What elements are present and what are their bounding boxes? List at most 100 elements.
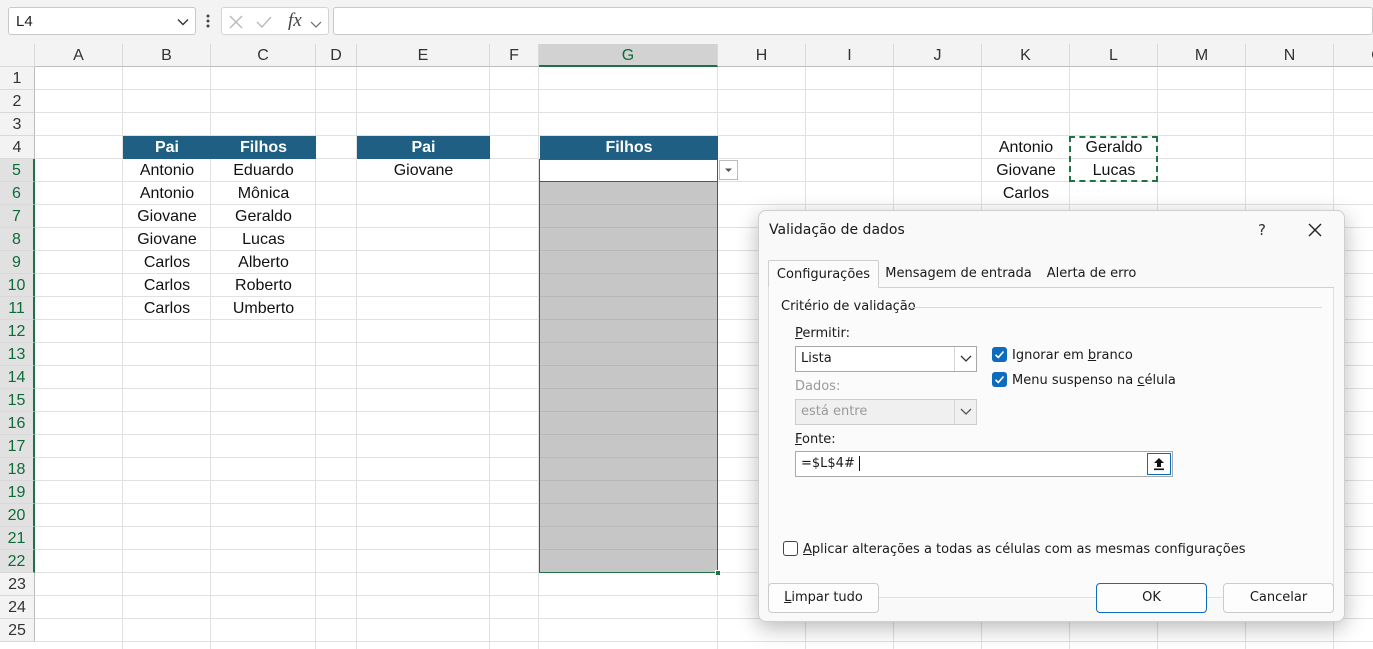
- row-header-16[interactable]: 16: [0, 412, 35, 435]
- formula-input[interactable]: [333, 7, 1373, 35]
- row-header-6[interactable]: 6: [0, 182, 35, 205]
- column-header-n[interactable]: N: [1246, 44, 1334, 67]
- tab-mensagem-de-entrada[interactable]: Mensagem de entrada: [881, 260, 1036, 288]
- column-header-l[interactable]: L: [1070, 44, 1158, 67]
- table1-cell-filho[interactable]: Eduardo: [211, 159, 316, 182]
- table1-header-pai[interactable]: Pai: [123, 136, 211, 159]
- column-header-i[interactable]: I: [806, 44, 894, 67]
- table1-cell-filho[interactable]: Roberto: [211, 274, 316, 297]
- row-header-15[interactable]: 15: [0, 389, 35, 412]
- row-header-14[interactable]: 14: [0, 366, 35, 389]
- tab-configuracoes[interactable]: Configurações: [768, 260, 879, 288]
- dados-select: está entre: [795, 399, 977, 425]
- table1-cell-pai[interactable]: Giovane: [123, 228, 211, 251]
- row-header-13[interactable]: 13: [0, 343, 35, 366]
- column-header-e[interactable]: E: [357, 44, 490, 67]
- in-cell-dropdown-checkbox[interactable]: [992, 372, 1007, 387]
- row-header-5[interactable]: 5: [0, 159, 35, 182]
- column-header-g[interactable]: G: [539, 44, 718, 67]
- more-options-icon[interactable]: [203, 10, 213, 32]
- active-cell-g5[interactable]: [539, 159, 718, 182]
- table1-cell-filho[interactable]: Umberto: [211, 297, 316, 320]
- tab-alerta-de-erro[interactable]: Alerta de erro: [1039, 260, 1144, 288]
- cell-k4[interactable]: Antonio: [982, 136, 1070, 159]
- row-header-23[interactable]: 23: [0, 573, 35, 596]
- table1-cell-pai[interactable]: Antonio: [123, 182, 211, 205]
- column-header-b[interactable]: B: [123, 44, 211, 67]
- range-row-line: [540, 227, 717, 228]
- cell-k6[interactable]: Carlos: [982, 182, 1070, 205]
- column-header-d[interactable]: D: [316, 44, 357, 67]
- row-header-11[interactable]: 11: [0, 297, 35, 320]
- table2-header-pai[interactable]: Pai: [357, 136, 490, 159]
- row-header-20[interactable]: 20: [0, 504, 35, 527]
- column-header-j[interactable]: J: [894, 44, 982, 67]
- row-header-19[interactable]: 19: [0, 481, 35, 504]
- selected-range-g5-g22[interactable]: [539, 159, 718, 573]
- name-box[interactable]: L4: [8, 7, 196, 35]
- apply-all-label[interactable]: Aplicar alterações a todas as células co…: [803, 542, 1246, 557]
- column-header-k[interactable]: K: [982, 44, 1070, 67]
- select-all-corner[interactable]: [0, 44, 35, 67]
- column-header-o[interactable]: O: [1334, 44, 1373, 67]
- data-validation-dialog: Validação de dados ? Configurações Mensa…: [758, 210, 1345, 622]
- ignore-blank-checkbox[interactable]: [992, 347, 1007, 362]
- row-header-25[interactable]: 25: [0, 619, 35, 642]
- insert-function-button[interactable]: fx: [288, 10, 302, 32]
- clear-all-button[interactable]: Limpar tudo: [768, 583, 879, 613]
- cancel-icon[interactable]: [228, 14, 244, 30]
- dialog-title: Validação de dados: [769, 222, 905, 238]
- table1-cell-pai[interactable]: Antonio: [123, 159, 211, 182]
- row-header-3[interactable]: 3: [0, 113, 35, 136]
- cancel-button[interactable]: Cancelar: [1223, 583, 1334, 613]
- table1-cell-pai[interactable]: Carlos: [123, 251, 211, 274]
- enter-icon[interactable]: [256, 14, 272, 30]
- ignore-blank-label[interactable]: Ignorar em branco: [1012, 348, 1133, 363]
- fill-handle[interactable]: [715, 570, 721, 576]
- row-header-24[interactable]: 24: [0, 596, 35, 619]
- chevron-down-icon[interactable]: [310, 16, 322, 32]
- table1-cell-pai[interactable]: Giovane: [123, 205, 211, 228]
- chevron-down-icon[interactable]: [176, 15, 190, 29]
- cell-dropdown-button[interactable]: [719, 160, 738, 180]
- table1-cell-pai[interactable]: Carlos: [123, 297, 211, 320]
- help-button[interactable]: ?: [1253, 221, 1271, 239]
- table1-cell-filho[interactable]: Alberto: [211, 251, 316, 274]
- table1-cell-pai[interactable]: Carlos: [123, 274, 211, 297]
- column-header-f[interactable]: F: [490, 44, 539, 67]
- cell-k5[interactable]: Giovane: [982, 159, 1070, 182]
- table1-header-filhos[interactable]: Filhos: [211, 136, 316, 159]
- column-header-h[interactable]: H: [718, 44, 806, 67]
- row-header-10[interactable]: 10: [0, 274, 35, 297]
- table1-cell-filho[interactable]: Geraldo: [211, 205, 316, 228]
- range-row-line: [540, 388, 717, 389]
- column-header-c[interactable]: C: [211, 44, 316, 67]
- range-row-line: [540, 480, 717, 481]
- column-header-a[interactable]: A: [35, 44, 123, 67]
- table2-cell-pai[interactable]: Giovane: [357, 159, 490, 182]
- ok-button[interactable]: OK: [1096, 583, 1207, 613]
- fonte-input[interactable]: =$L$4#: [795, 451, 1173, 477]
- row-header-2[interactable]: 2: [0, 90, 35, 113]
- collapse-dialog-button[interactable]: [1147, 453, 1171, 475]
- row-header-8[interactable]: 8: [0, 228, 35, 251]
- range-row-line: [540, 457, 717, 458]
- row-header-9[interactable]: 9: [0, 251, 35, 274]
- row-header-1[interactable]: 1: [0, 67, 35, 90]
- table1-cell-filho[interactable]: Mônica: [211, 182, 316, 205]
- apply-all-checkbox[interactable]: [783, 541, 798, 556]
- table1-cell-filho[interactable]: Lucas: [211, 228, 316, 251]
- table3-header-filhos[interactable]: Filhos: [540, 136, 718, 159]
- row-header-18[interactable]: 18: [0, 458, 35, 481]
- excel-window: L4 fx ABCDEFGHIJKLMNO 123456789101112131…: [0, 0, 1373, 649]
- in-cell-dropdown-label[interactable]: Menu suspenso na célula: [1012, 373, 1176, 388]
- row-header-7[interactable]: 7: [0, 205, 35, 228]
- row-header-12[interactable]: 12: [0, 320, 35, 343]
- close-icon[interactable]: [1306, 221, 1324, 239]
- row-header-21[interactable]: 21: [0, 527, 35, 550]
- row-header-22[interactable]: 22: [0, 550, 35, 573]
- row-header-4[interactable]: 4: [0, 136, 35, 159]
- permitir-select[interactable]: Lista: [795, 346, 977, 372]
- column-header-m[interactable]: M: [1158, 44, 1246, 67]
- row-header-17[interactable]: 17: [0, 435, 35, 458]
